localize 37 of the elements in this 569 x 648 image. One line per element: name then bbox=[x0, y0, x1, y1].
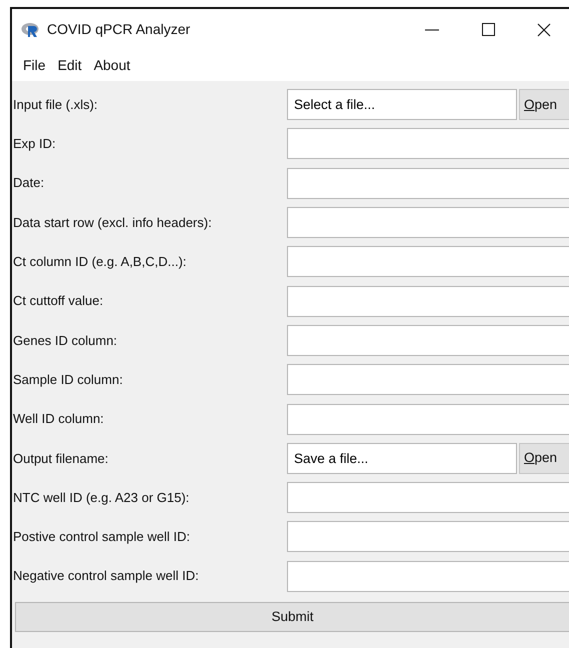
input-field[interactable] bbox=[287, 128, 569, 160]
menu-item[interactable]: File bbox=[23, 55, 46, 76]
maximize-icon bbox=[482, 23, 494, 36]
field-label: Ct cuttoff value: bbox=[13, 292, 104, 310]
field-label: Postive control sample well ID: bbox=[13, 528, 192, 546]
field-label: NTC well ID (e.g. A23 or G15): bbox=[13, 488, 190, 507]
field-label: Negative control sample well ID: bbox=[13, 567, 200, 586]
file-path-field[interactable]: Select a file... bbox=[287, 89, 517, 120]
field-label: Well ID column: bbox=[13, 410, 105, 428]
input-field[interactable] bbox=[287, 560, 569, 592]
open-button[interactable]: Open bbox=[519, 442, 569, 474]
field-label: Genes ID column: bbox=[13, 332, 118, 350]
field-label: Data start row (excl. info headers): bbox=[13, 214, 213, 232]
field-label: Input file (.xls): bbox=[13, 96, 99, 114]
menu-item[interactable]: Edit bbox=[58, 55, 82, 76]
input-field[interactable] bbox=[287, 246, 569, 278]
window-title: COVID qPCR Analyzer bbox=[47, 20, 190, 39]
open-button[interactable]: Open bbox=[519, 89, 569, 120]
field-label: Sample ID column: bbox=[13, 370, 124, 389]
field-label: Exp ID: bbox=[13, 135, 57, 154]
input-field[interactable] bbox=[287, 286, 569, 317]
app-logo-icon bbox=[21, 22, 41, 38]
input-field[interactable] bbox=[287, 207, 569, 238]
field-label: Ct column ID (e.g. A,B,C,D...): bbox=[13, 253, 188, 272]
input-field[interactable] bbox=[287, 521, 569, 552]
input-field[interactable] bbox=[287, 482, 569, 514]
file-path-field[interactable]: Save a file... bbox=[287, 442, 517, 474]
input-field[interactable] bbox=[287, 168, 569, 199]
menu-item[interactable]: About bbox=[94, 55, 130, 76]
minimize-icon bbox=[425, 28, 439, 30]
close-icon bbox=[537, 22, 551, 36]
input-field[interactable] bbox=[287, 404, 569, 435]
field-label: Date: bbox=[13, 174, 46, 192]
submit-button[interactable]: Submit bbox=[15, 602, 569, 632]
input-field[interactable] bbox=[287, 324, 569, 356]
input-field[interactable] bbox=[287, 364, 569, 396]
field-label: Output filename: bbox=[13, 450, 110, 468]
